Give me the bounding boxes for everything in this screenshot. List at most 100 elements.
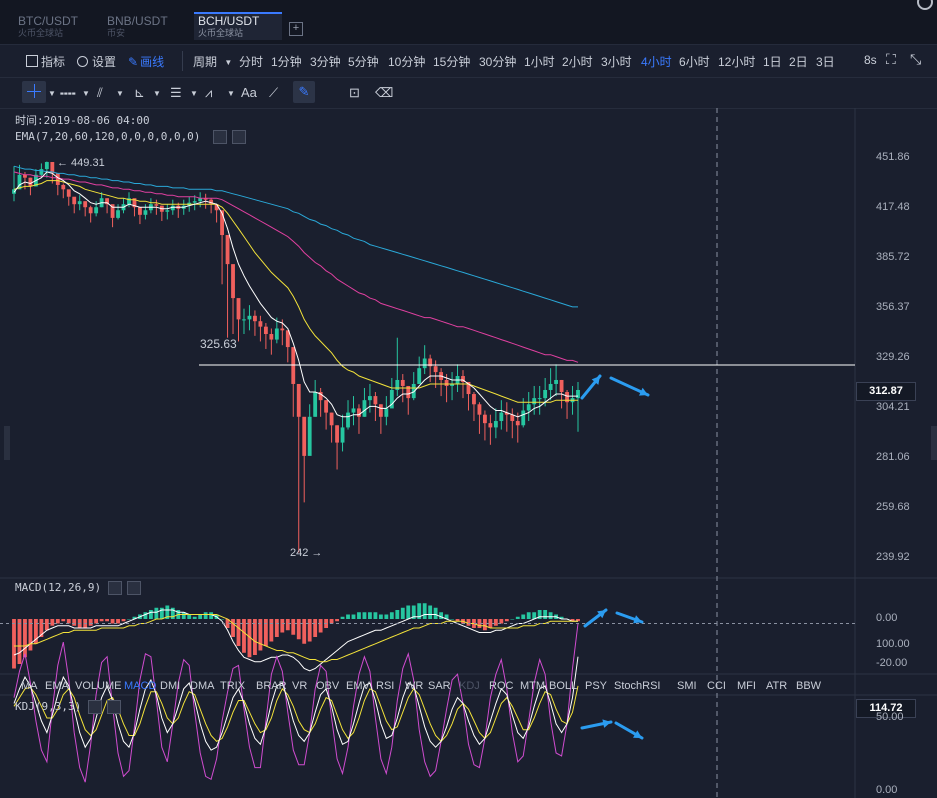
- period-option[interactable]: 15分钟: [433, 53, 470, 70]
- macd-bar: [121, 619, 126, 622]
- indicator-tab[interactable]: OBV: [316, 680, 339, 692]
- period-dropdown[interactable]: 周期 ▼: [193, 53, 232, 70]
- period-option[interactable]: 3分钟: [310, 53, 341, 70]
- fib-lines-icon[interactable]: ☰: [170, 85, 182, 101]
- left-scroll-handle[interactable]: [4, 426, 10, 460]
- period-option[interactable]: 30分钟: [479, 53, 516, 70]
- candle-body: [247, 315, 252, 320]
- settings-button[interactable]: 设置: [77, 53, 116, 70]
- period-option[interactable]: 3小时: [601, 53, 632, 70]
- indicator-tab[interactable]: KDJ: [459, 680, 480, 692]
- caret-down-icon[interactable]: ▼: [190, 89, 198, 98]
- tab-bch-usdt[interactable]: BCH/USDT 火币全球站: [194, 12, 282, 40]
- candle-body: [274, 328, 279, 340]
- candle-body: [499, 412, 504, 422]
- parallel-lines-icon[interactable]: ⫽: [97, 85, 103, 101]
- macd-bar: [378, 614, 383, 619]
- macd-bar: [242, 619, 246, 653]
- caret-down-icon[interactable]: ▼: [48, 89, 56, 98]
- caret-down-icon[interactable]: ▼: [227, 89, 235, 98]
- close-icon[interactable]: [107, 700, 121, 714]
- indicator-tab[interactable]: BRAR: [256, 680, 287, 692]
- indicator-tab[interactable]: MFI: [737, 680, 756, 692]
- close-icon[interactable]: [232, 130, 246, 144]
- measure-icon[interactable]: ⟋: [269, 85, 278, 101]
- candle-body: [236, 298, 241, 320]
- indicator-tab[interactable]: DMA: [190, 680, 214, 692]
- price-tick: 259.68: [876, 500, 910, 513]
- angle-icon[interactable]: ⊾: [134, 85, 145, 101]
- tab-bnb-usdt[interactable]: BNB/USDT 币安: [103, 14, 191, 42]
- period-option[interactable]: 10分钟: [388, 53, 425, 70]
- tab-exchange: 币安: [107, 28, 126, 38]
- crosshair-icon[interactable]: [22, 81, 46, 103]
- caret-down-icon[interactable]: ▼: [116, 89, 124, 98]
- period-option[interactable]: 5分钟: [348, 53, 379, 70]
- indicator-tab[interactable]: EMA: [45, 680, 69, 692]
- period-option[interactable]: 2日: [789, 53, 808, 70]
- period-option[interactable]: 4小时: [641, 53, 672, 70]
- close-icon[interactable]: [127, 581, 141, 595]
- macd-tick: 0.00: [876, 612, 898, 624]
- time-label: 时间:2019-08-06 04:00: [15, 114, 150, 127]
- period-option[interactable]: 12小时: [718, 53, 755, 70]
- candle-body: [384, 408, 389, 417]
- indicator-tab[interactable]: EMV: [346, 680, 370, 692]
- wave-icon[interactable]: ⩘: [205, 85, 212, 101]
- indicator-tab[interactable]: VR: [292, 680, 307, 692]
- period-option[interactable]: 1日: [763, 53, 782, 70]
- indicator-tab[interactable]: BBW: [796, 680, 821, 692]
- settings-icon[interactable]: [108, 581, 122, 595]
- indicator-tab[interactable]: PSY: [585, 680, 607, 692]
- caret-down-icon[interactable]: ▼: [153, 89, 161, 98]
- period-option[interactable]: 6小时: [679, 53, 710, 70]
- indicator-tab[interactable]: MACD: [124, 680, 156, 692]
- indicator-tab[interactable]: RSI: [376, 680, 394, 692]
- indicator-tab[interactable]: TRIX: [220, 680, 245, 692]
- indicator-tab[interactable]: DMI: [160, 680, 180, 692]
- indicator-tab[interactable]: BOLL: [549, 680, 577, 692]
- indicator-tab[interactable]: CCI: [707, 680, 726, 692]
- candle-body: [340, 427, 345, 443]
- settings-icon[interactable]: [88, 700, 102, 714]
- candle-body: [346, 412, 350, 428]
- period-option[interactable]: 2小时: [562, 53, 593, 70]
- settings-icon[interactable]: [213, 130, 227, 144]
- candle-body: [88, 207, 93, 214]
- ruler-icon[interactable]: ╍╍: [60, 86, 76, 102]
- pencil-icon[interactable]: ✎: [293, 81, 315, 103]
- candle-body: [138, 207, 142, 215]
- lock-icon[interactable]: ⊡: [349, 85, 360, 101]
- draw-button[interactable]: ✎ 画线: [128, 53, 164, 70]
- text-tool[interactable]: Aa: [241, 85, 257, 100]
- period-option[interactable]: 分时: [239, 53, 263, 70]
- indicator-tab[interactable]: WR: [405, 680, 423, 692]
- ema7-line: [13, 171, 578, 418]
- search-icon[interactable]: [917, 0, 933, 10]
- trash-icon[interactable]: ⌫: [375, 85, 393, 101]
- fullscreen-icon[interactable]: ⛶: [886, 51, 896, 68]
- indicator-tab[interactable]: SMI: [677, 680, 697, 692]
- tab-btc-usdt[interactable]: BTC/USDT 火币全球站: [14, 14, 102, 42]
- indicator-tab[interactable]: MA: [21, 680, 38, 692]
- add-tab-button[interactable]: +: [289, 22, 303, 36]
- indicator-tab[interactable]: SAR: [428, 680, 451, 692]
- gear-icon: [77, 56, 88, 67]
- collapse-icon[interactable]: ⤡: [910, 51, 921, 68]
- indicator-tab[interactable]: StochRSI: [614, 680, 660, 692]
- indicator-tab[interactable]: ROC: [489, 680, 513, 692]
- indicator-button[interactable]: 指标: [26, 53, 65, 70]
- period-option[interactable]: 1分钟: [271, 53, 302, 70]
- refresh-interval[interactable]: 8s: [864, 53, 877, 67]
- arrow-annotation: [615, 611, 644, 624]
- macd-bar: [302, 619, 307, 644]
- right-scroll-handle[interactable]: [931, 426, 937, 460]
- macd-bar: [395, 610, 400, 619]
- candle-body: [472, 394, 476, 405]
- caret-down-icon[interactable]: ▼: [82, 89, 90, 98]
- period-option[interactable]: 3日: [816, 53, 835, 70]
- indicator-tab[interactable]: ATR: [766, 680, 787, 692]
- period-option[interactable]: 1小时: [524, 53, 555, 70]
- indicator-tab[interactable]: MTM: [520, 680, 545, 692]
- indicator-tab[interactable]: VOLUME: [75, 680, 121, 692]
